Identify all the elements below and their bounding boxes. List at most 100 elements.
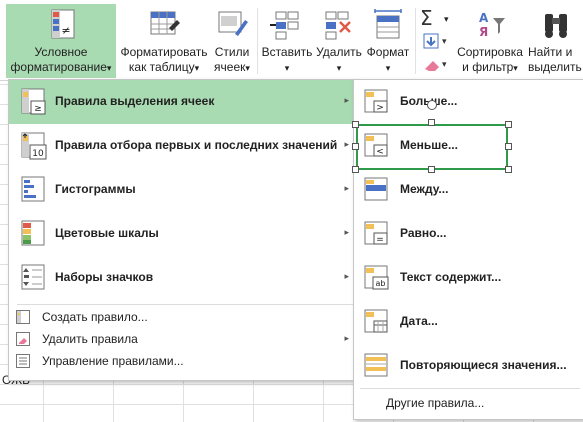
- menu-item-highlight-cell-rules[interactable]: ≥ Правила выделения ячеек ▸: [9, 80, 355, 124]
- cell-styles-button[interactable]: Стили ячеек▾: [210, 4, 254, 78]
- menu-item-data-bars[interactable]: Гистограммы ▸: [9, 168, 355, 212]
- cell-styles-icon: [215, 8, 249, 42]
- resize-handle[interactable]: [352, 121, 359, 128]
- resize-handle[interactable]: [505, 121, 512, 128]
- cell-styles-label-2: ячеек: [214, 60, 246, 74]
- resize-handle[interactable]: [352, 166, 359, 173]
- menu-item-icon-sets[interactable]: Наборы значков ▸: [9, 256, 355, 300]
- less-than-icon: <: [364, 133, 390, 159]
- chevron-right-icon: ▸: [344, 333, 349, 343]
- submenu-item-label: Равно...: [400, 226, 447, 240]
- submenu-item-label: Текст содержит...: [400, 270, 502, 284]
- menu-item-label: Управление правилами...: [42, 354, 184, 368]
- chevron-down-icon: ▾: [284, 63, 290, 73]
- resize-handle[interactable]: [352, 143, 359, 150]
- format-label: Формат: [366, 45, 410, 59]
- chevron-down-icon: ▾: [444, 14, 449, 24]
- eraser-icon: ▾: [425, 59, 447, 71]
- submenu-item-between[interactable]: Между...: [354, 168, 583, 212]
- menu-item-label: Наборы значков: [55, 270, 154, 284]
- sort-filter-button[interactable]: A Я Сортировка и фильтр▾: [455, 4, 525, 78]
- delete-cells-icon: [322, 8, 356, 42]
- menu-item-label: Создать правило...: [42, 310, 148, 324]
- submenu-item-text-contains[interactable]: ab Текст содержит...: [354, 256, 583, 300]
- resize-handle[interactable]: [428, 119, 435, 126]
- menu-item-label: Правила выделения ячеек: [55, 94, 215, 108]
- highlight-rules-submenu: > Больше... < Меньше... Между... = Равно…: [353, 79, 583, 420]
- color-scales-icon: [21, 220, 47, 248]
- chevron-down-icon: ▾: [106, 63, 112, 73]
- menu-item-label: Цветовые шкалы: [55, 226, 159, 240]
- date-icon: [364, 309, 390, 335]
- not-equal-glyph: ≠: [61, 24, 70, 37]
- text-contains-icon: ab: [364, 265, 390, 291]
- find-select-label-2: выделить: [528, 60, 582, 74]
- submenu-item-duplicate-values[interactable]: Повторяющиеся значения...: [354, 344, 583, 388]
- data-bars-icon: [21, 176, 47, 204]
- submenu-divider: [360, 388, 580, 389]
- menu-item-top-bottom-rules[interactable]: 10 Правила отбора первых и последних зна…: [9, 124, 355, 168]
- chevron-down-icon: ▾: [385, 63, 391, 73]
- insert-button[interactable]: Вставить ▾: [260, 4, 314, 78]
- menu-item-clear-rules[interactable]: Удалить правила ▸: [9, 328, 355, 350]
- menu-item-color-scales[interactable]: Цветовые шкалы ▸: [9, 212, 355, 256]
- menu-item-label: Гистограммы: [55, 182, 136, 196]
- submenu-item-greater-than[interactable]: > Больше...: [354, 80, 583, 124]
- menu-item-manage-rules[interactable]: Управление правилами...: [9, 350, 355, 372]
- submenu-item-label: Дата...: [400, 314, 438, 328]
- fill-button[interactable]: ▾: [422, 32, 450, 52]
- find-select-button[interactable]: Найти и выделить: [526, 4, 583, 78]
- delete-label: Удалить: [316, 45, 362, 59]
- between-icon: [364, 177, 390, 203]
- menu-item-label: Правила отбора первых и последних значен…: [55, 138, 338, 152]
- format-as-table-label-2: как таблицу: [128, 60, 195, 74]
- format-as-table-button[interactable]: Форматировать как таблицу▾: [118, 4, 210, 78]
- more-rules-link[interactable]: Другие правила...: [386, 396, 484, 410]
- submenu-item-date[interactable]: Дата...: [354, 300, 583, 344]
- conditional-formatting-menu: ≥ Правила выделения ячеек ▸ 10 Правила о…: [8, 79, 356, 381]
- top-bottom-icon: 10: [21, 132, 47, 160]
- resize-handle[interactable]: [505, 143, 512, 150]
- equal-to-icon: =: [364, 221, 390, 247]
- submenu-item-label: Повторяющиеся значения...: [400, 358, 567, 372]
- autosum-button[interactable]: Σ ▾: [420, 6, 450, 30]
- chevron-right-icon: ▸: [344, 139, 349, 149]
- icon-glyph: ≥: [34, 104, 42, 114]
- insert-cells-icon: [270, 8, 304, 42]
- conditional-formatting-button[interactable]: ≠ Условное форматирование▾: [6, 4, 116, 78]
- table-format-icon: [147, 8, 181, 42]
- rotate-handle[interactable]: [427, 100, 437, 110]
- chevron-right-icon: ▸: [344, 271, 349, 281]
- find-select-label-1: Найти и: [528, 45, 573, 59]
- chevron-right-icon: ▸: [344, 183, 349, 193]
- chevron-down-icon: ▾: [513, 63, 518, 73]
- resize-handle[interactable]: [505, 166, 512, 173]
- highlight-cells-icon: ≥: [21, 88, 47, 116]
- menu-item-new-rule[interactable]: Создать правило...: [9, 306, 355, 328]
- menu-divider: [17, 304, 353, 305]
- icon-glyph: =: [376, 235, 384, 245]
- submenu-item-equal-to[interactable]: = Равно...: [354, 212, 583, 256]
- chevron-right-icon: ▸: [344, 227, 349, 237]
- icon-sets-icon: [21, 264, 47, 292]
- svg-text:▾: ▾: [442, 36, 447, 46]
- ribbon: ≠ Условное форматирование▾ Форматировать…: [0, 0, 583, 81]
- submenu-item-label: Между...: [400, 182, 449, 196]
- chevron-down-icon: ▾: [194, 63, 200, 73]
- icon-glyph: 10: [32, 149, 44, 159]
- format-button[interactable]: Формат ▾: [364, 4, 412, 78]
- delete-button[interactable]: Удалить ▾: [314, 4, 364, 78]
- conditional-formatting-label-1: Условное: [34, 45, 88, 59]
- resize-handle[interactable]: [428, 166, 435, 173]
- submenu-item-label: Меньше...: [400, 138, 458, 152]
- format-as-table-label-1: Форматировать: [120, 45, 208, 59]
- submenu-item-less-than[interactable]: < Меньше...: [354, 124, 583, 170]
- conditional-formatting-icon: ≠: [44, 8, 78, 42]
- icon-glyph: ab: [376, 279, 386, 288]
- insert-label: Вставить: [261, 45, 313, 59]
- conditional-formatting-label-2: форматирование: [10, 60, 107, 74]
- format-cells-icon: [371, 8, 405, 42]
- chevron-down-icon: ▾: [336, 63, 342, 73]
- sigma-icon: Σ: [420, 6, 433, 30]
- clear-button[interactable]: ▾: [422, 55, 450, 75]
